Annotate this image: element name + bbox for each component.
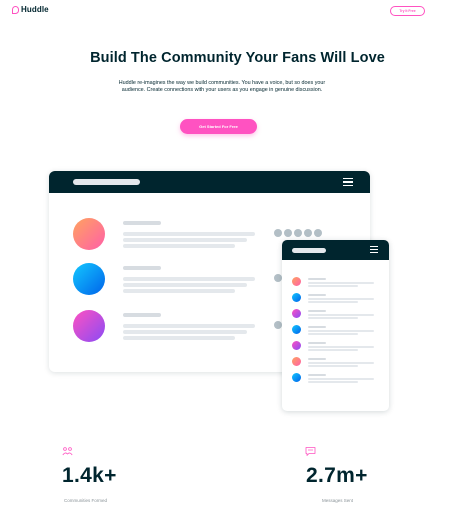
list-item [292,277,382,287]
stat-number: 1.4k+ [62,464,117,487]
hamburger-icon [370,246,378,253]
placeholder-line [123,289,235,293]
status-dot [294,229,302,237]
stat-label: Messages Sent [322,498,354,503]
avatar [73,310,105,342]
placeholder-line [123,336,235,340]
avatar [292,277,301,286]
list-item [292,357,382,367]
hero-title: Build The Community Your Fans Will Love [90,50,385,66]
avatar [292,341,301,350]
placeholder-line [123,232,255,236]
hero-description: Huddle re-imagines the way we build comm… [118,80,326,94]
status-dot [274,321,282,329]
list-item [292,373,382,383]
mobile-title-placeholder [292,248,326,253]
list-item [292,341,382,351]
placeholder-line [123,266,161,270]
stat-number: 2.7m+ [306,464,368,487]
avatar [292,309,301,318]
status-dot [274,229,282,237]
status-dot [284,229,292,237]
logo[interactable]: Huddle [12,5,49,14]
status-dot [314,229,322,237]
avatar [292,325,301,334]
avatar [73,263,105,295]
mockup-title-placeholder [73,179,140,185]
get-started-button[interactable]: Get Started For Free [180,119,257,134]
avatar [292,373,301,382]
hamburger-icon [343,178,353,186]
stat-label: Communities Formed [64,498,108,503]
avatar [73,218,105,250]
logo-icon [12,5,19,14]
messages-icon [305,447,316,456]
placeholder-line [123,277,255,281]
status-dot [304,229,312,237]
placeholder-line [123,244,235,248]
avatar [292,293,301,302]
placeholder-line [123,221,161,225]
placeholder-line [123,330,247,334]
mobile-mockup [282,240,389,411]
list-item [292,325,382,335]
status-dot [274,274,282,282]
placeholder-line [123,283,247,287]
logo-text: Huddle [21,5,49,14]
mobile-header-bar [282,240,389,260]
mockup-header-bar [49,171,370,193]
try-it-free-button[interactable]: Try It Free [390,6,425,16]
list-item [292,309,382,319]
communities-icon [62,447,73,456]
placeholder-line [123,238,247,242]
avatar [292,357,301,366]
list-item [292,293,382,303]
placeholder-line [123,313,161,317]
placeholder-line [123,324,255,328]
